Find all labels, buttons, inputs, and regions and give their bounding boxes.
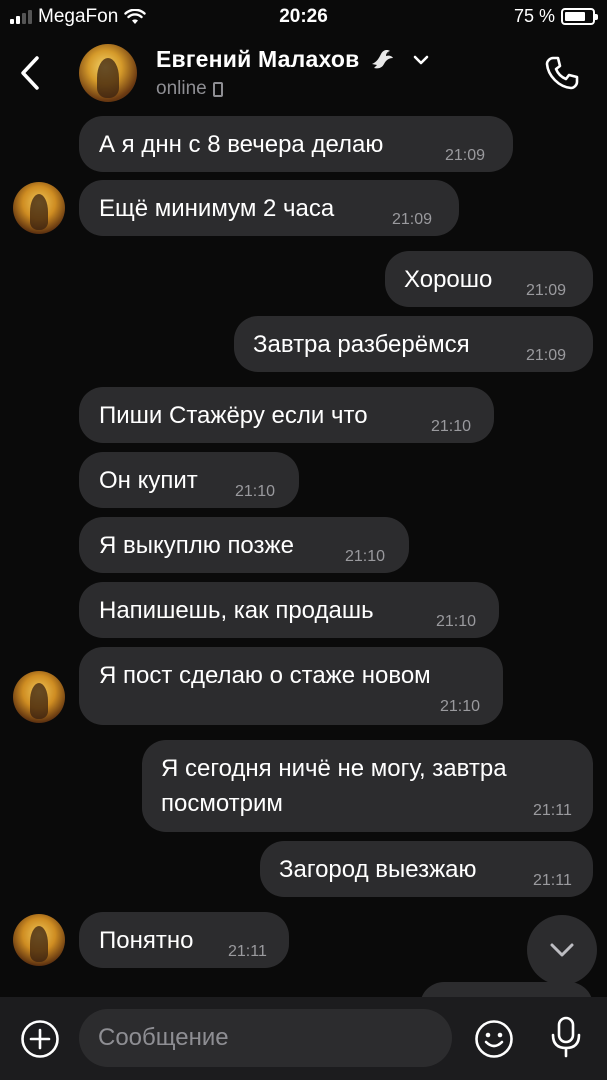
plus-circle-icon[interactable] [20,1019,60,1059]
message-bubble-outgoing[interactable]: Хорошо 21:09 [385,251,593,307]
message-time: 21:10 [235,483,276,500]
contact-avatar[interactable] [79,44,137,102]
message-text: Понятно [99,927,194,954]
battery-icon [561,8,598,25]
message-bubble-incoming[interactable]: Напишешь, как продашь 21:10 [79,582,499,638]
message-text: Я выкуплю позже [99,532,294,559]
chevron-down-icon[interactable] [411,53,431,67]
message-time: 21:11 [228,943,267,960]
smile-icon[interactable] [474,1019,514,1059]
message-list[interactable]: А я днн с 8 вечера делаю 21:09 Ещё миним… [0,112,607,997]
message-text: Напишешь, как продашь [99,597,374,624]
battery-percent: 75 % [513,6,555,26]
message-text: Я пост сделаю о стаже новом [99,662,431,689]
message-text: Пиши Стажёру если что [99,402,368,429]
sender-avatar[interactable] [13,671,65,723]
message-text: Загород выезжаю [279,856,477,883]
message-bubble-incoming[interactable]: Понятно 21:11 [79,912,289,968]
chat-header: Евгений Малахов online [0,36,607,112]
composer-bar [0,997,607,1080]
message-text: Хорошо [404,266,493,293]
message-bubble-outgoing[interactable]: Загород выезжаю 21:11 [260,841,593,897]
message-time: 21:10 [436,613,477,630]
contact-title[interactable]: Евгений Малахов [156,46,431,73]
message-bubble-incoming[interactable]: Я пост сделаю о стаже новом 21:10 [79,647,503,725]
phone-icon[interactable] [541,52,583,94]
message-time: 21:09 [445,147,486,164]
message-bubble-incoming[interactable]: Пиши Стажёру если что 21:10 [79,387,494,443]
message-time: 21:09 [526,347,567,364]
message-time: 21:09 [392,211,433,228]
status-bar: MegaFon 20:26 75 % [0,0,607,34]
mobile-icon [212,81,223,97]
message-text: А я днн с 8 вечера делаю [99,131,384,158]
message-text-line2: посмотрим [161,790,283,817]
message-time: 21:10 [345,548,386,565]
dove-icon [372,49,394,68]
microphone-icon[interactable] [548,1015,584,1059]
message-bubble-incoming[interactable]: Я выкуплю позже 21:10 [79,517,409,573]
presence-status: online [156,78,223,100]
message-text: Завтра разберёмся [253,331,470,358]
sender-avatar[interactable] [13,182,65,234]
message-bubble-outgoing[interactable]: Завтра разберёмся 21:09 [234,316,593,372]
message-bubble-outgoing[interactable]: Я сегодня ничё не могу, завтра посмотрим… [142,740,593,832]
scroll-down-button[interactable] [527,915,597,985]
status-text: online [156,78,207,99]
sender-avatar[interactable] [13,914,65,966]
message-time: 21:10 [440,698,481,715]
back-button[interactable] [10,50,50,96]
chevron-left-icon [21,56,39,90]
message-bubble-incoming[interactable]: Он купит 21:10 [79,452,299,508]
message-bubble-incoming[interactable]: Ещё минимум 2 часа 21:09 [79,180,459,236]
message-text: Он купит [99,467,198,494]
message-time: 21:10 [431,418,472,435]
message-time: 21:11 [533,872,572,889]
message-bubble-incoming[interactable]: А я днн с 8 вечера делаю 21:09 [79,116,513,172]
message-time: 21:11 [533,802,572,819]
contact-name: Евгений Малахов [156,46,360,72]
message-time: 21:09 [526,282,567,299]
message-text: Ещё минимум 2 часа [99,195,335,222]
chevron-down-icon [550,943,574,957]
message-input[interactable] [79,1009,452,1067]
message-text: Я сегодня ничё не могу, завтра [161,755,507,782]
